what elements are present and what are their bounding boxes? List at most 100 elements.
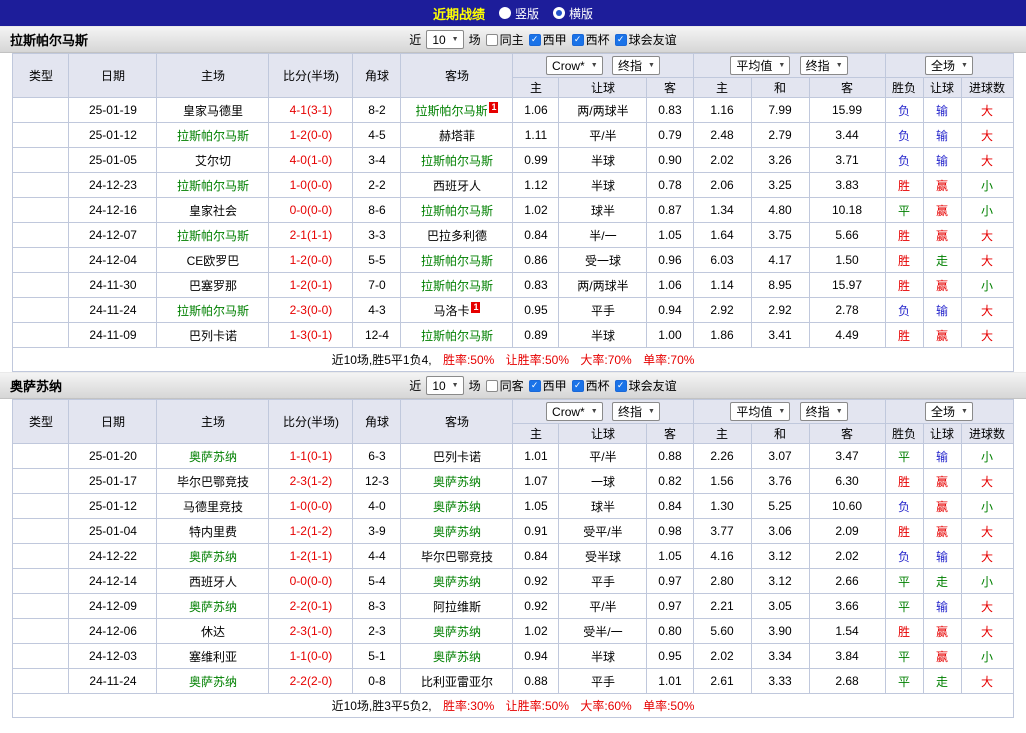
score-cell[interactable]: 4-1(3-1) [268,97,354,123]
score-cell[interactable]: 0-0(0-0) [268,568,354,594]
home-team-cell: 皇家社会 [156,197,270,223]
ah-line-cell: 受一球 [558,247,648,273]
home-team-link[interactable]: 巴列卡诺 [189,329,237,343]
away-team-link[interactable]: 比利亚雷亚尔 [421,675,493,689]
away-team-link[interactable]: 拉斯帕尔马斯 [421,254,493,268]
layout-horizontal-radio[interactable]: 横版 [553,5,593,22]
away-team-link[interactable]: 拉斯帕尔马斯 [421,204,493,218]
score-cell[interactable]: 1-0(0-0) [268,493,354,519]
home-team-link[interactable]: 毕尔巴鄂竞技 [177,475,249,489]
away-team-link[interactable]: 拉斯帕尔马斯 [421,329,493,343]
away-team-link[interactable]: 巴列卡诺 [433,450,481,464]
result-goals-cell: 小 [960,493,1014,519]
home-team-link[interactable]: 拉斯帕尔马斯 [177,129,249,143]
score-cell[interactable]: 1-0(0-0) [268,172,354,198]
home-team-link[interactable]: 皇家社会 [189,204,237,218]
home-team-link[interactable]: 拉斯帕尔马斯 [177,179,249,193]
score-cell[interactable]: 2-1(1-1) [268,222,354,248]
score-cell[interactable]: 1-2(0-0) [268,122,354,148]
home-team-link[interactable]: 皇家马德里 [183,104,243,118]
bookmaker-select[interactable]: Crow* ▼ [546,402,603,422]
average-select[interactable]: 平均值 ▼ [730,402,791,421]
home-team-link[interactable]: 奥萨苏纳 [189,600,237,614]
away-team-link[interactable]: 拉斯帕尔马斯 [421,279,493,293]
home-team-link[interactable]: 拉斯帕尔马斯 [177,229,249,243]
home-team-link[interactable]: 奥萨苏纳 [189,450,237,464]
eu-final-select[interactable]: 终指 ▼ [799,56,848,75]
same-home-checkbox[interactable]: 同主 [485,31,524,48]
league-friendly-checkbox[interactable]: 球会友谊 [614,31,677,48]
ah-final-select[interactable]: 终指 ▼ [611,55,660,75]
away-team-link[interactable]: 拉斯帕尔马斯 [421,154,493,168]
chevron-down-icon: ▼ [648,61,655,69]
score-cell[interactable]: 1-2(0-1) [268,272,354,298]
away-team-link[interactable]: 奥萨苏纳 [433,650,481,664]
section-header: 拉斯帕尔马斯 近 10▼ 场 同主 西甲 西杯 球会友谊 [0,26,1026,53]
same-away-checkbox[interactable]: 同客 [485,377,524,394]
score-cell[interactable]: 2-3(0-0) [268,297,354,323]
away-team-link[interactable]: 巴拉多利德 [427,229,487,243]
ah-home-odds-cell: 0.92 [512,568,560,594]
away-team-link[interactable]: 奥萨苏纳 [433,625,481,639]
league-friendly-checkbox[interactable]: 球会友谊 [614,377,677,394]
home-team-link[interactable]: CE欧罗巴 [187,254,240,268]
score-cell[interactable]: 1-2(1-2) [268,518,354,544]
home-team-link[interactable]: 巴塞罗那 [189,279,237,293]
ah-line-cell: 两/两球半 [558,97,648,123]
fullmatch-select[interactable]: 全场 ▼ [925,56,973,75]
home-team-link[interactable]: 休达 [201,625,225,639]
home-team-link[interactable]: 拉斯帕尔马斯 [177,304,249,318]
home-team-link[interactable]: 塞维利亚 [189,650,237,664]
score-cell[interactable]: 1-2(1-1) [268,543,354,569]
away-team-link[interactable]: 毕尔巴鄂竞技 [421,550,493,564]
home-team-link[interactable]: 特内里费 [189,525,237,539]
score-cell[interactable]: 1-3(0-1) [268,322,354,348]
ah-home-odds-cell: 1.02 [512,618,560,644]
home-team-link[interactable]: 奥萨苏纳 [189,675,237,689]
date-cell: 24-11-09 [68,322,158,348]
home-team-link[interactable]: 西班牙人 [189,575,237,589]
score-cell[interactable]: 2-2(2-0) [268,668,354,694]
date-cell: 25-01-05 [68,147,158,173]
chevron-down-icon: ▼ [835,408,843,415]
eu-final-select[interactable]: 终指 ▼ [799,402,848,421]
result-handicap-cell: 输 [922,297,962,323]
home-team-cell: 休达 [156,618,270,644]
recent-count-select[interactable]: 10 ▼ [426,30,464,49]
away-team-link[interactable]: 拉斯帕尔马斯 [415,104,487,118]
score-cell[interactable]: 2-2(0-1) [268,593,354,619]
away-team-link[interactable]: 奥萨苏纳 [433,475,481,489]
bookmaker-select[interactable]: Crow* ▼ [546,56,603,76]
away-team-link[interactable]: 马洛卡 [433,304,469,318]
ah-away-odds-cell: 0.79 [646,122,694,148]
away-team-link[interactable]: 奥萨苏纳 [433,575,481,589]
league-cup-checkbox[interactable]: 西杯 [571,31,610,48]
score-cell[interactable]: 2-3(1-2) [268,468,354,494]
ah-final-select[interactable]: 终指 ▼ [611,401,660,421]
score-cell[interactable]: 0-0(0-0) [268,197,354,223]
score-cell[interactable]: 1-2(0-0) [268,247,354,273]
home-team-link[interactable]: 马德里竞技 [183,500,243,514]
fullmatch-select[interactable]: 全场 ▼ [925,402,973,421]
average-select[interactable]: 平均值 ▼ [730,56,791,75]
away-team-link[interactable]: 赫塔菲 [439,129,475,143]
league-liga-checkbox[interactable]: 西甲 [528,31,567,48]
home-team-link[interactable]: 艾尔切 [195,154,231,168]
away-team-link[interactable]: 阿拉维斯 [433,600,481,614]
score-cell[interactable]: 1-1(0-1) [268,443,354,469]
away-team-link[interactable]: 奥萨苏纳 [433,500,481,514]
home-team-link[interactable]: 奥萨苏纳 [189,550,237,564]
away-team-link[interactable]: 西班牙人 [433,179,481,193]
score-cell[interactable]: 1-1(0-0) [268,643,354,669]
layout-vertical-radio[interactable]: 竖版 [498,5,539,22]
result-goals-cell: 大 [960,247,1014,273]
recent-count-select[interactable]: 10 ▼ [426,376,464,395]
eu-home-odds-cell: 2.26 [692,443,752,469]
score-cell[interactable]: 4-0(1-0) [268,147,354,173]
score-cell[interactable]: 2-3(1-0) [268,618,354,644]
league-liga-checkbox[interactable]: 西甲 [528,377,567,394]
away-team-link[interactable]: 奥萨苏纳 [433,525,481,539]
corner-cell: 3-9 [352,518,402,544]
result-goals-cell: 大 [960,322,1014,348]
league-cup-checkbox[interactable]: 西杯 [571,377,610,394]
